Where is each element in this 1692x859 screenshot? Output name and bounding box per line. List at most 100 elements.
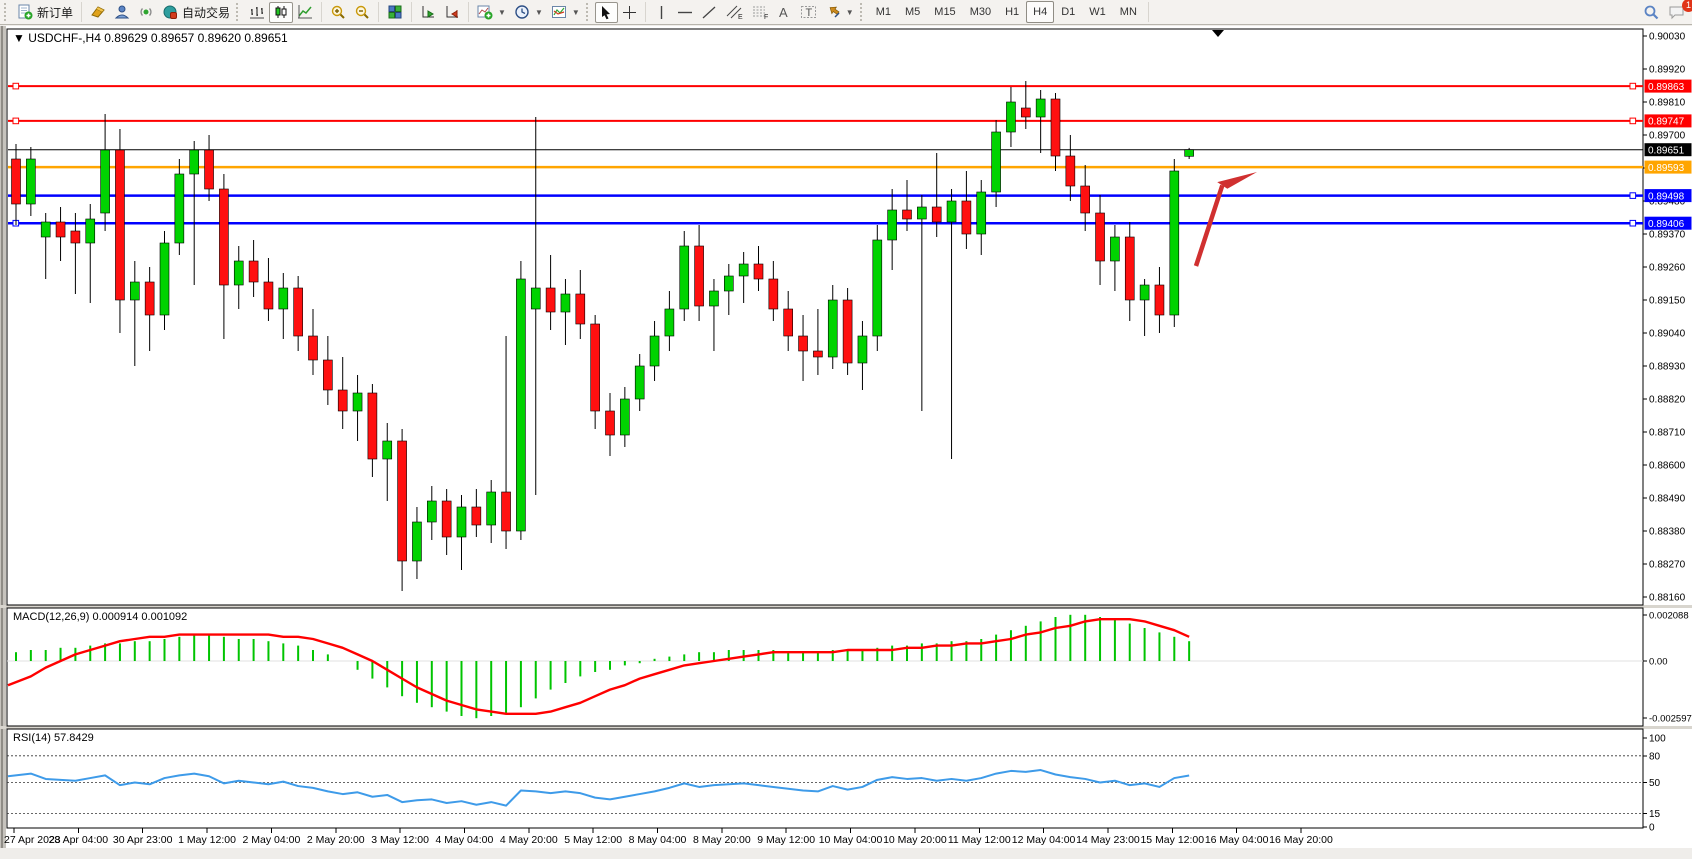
svg-text:0.89498: 0.89498	[1648, 191, 1685, 202]
metaeditor-button[interactable]	[110, 2, 134, 23]
text-button[interactable]: A	[773, 2, 796, 23]
templates-caret: ▼	[572, 8, 580, 17]
svg-text:T: T	[805, 7, 812, 19]
svg-text:10 May 20:00: 10 May 20:00	[883, 834, 947, 846]
timeframe-h1[interactable]: H1	[998, 1, 1026, 23]
tile-windows-icon	[387, 4, 403, 20]
svg-text:0.89920: 0.89920	[1649, 65, 1686, 76]
svg-text:10 May 04:00: 10 May 04:00	[819, 834, 883, 846]
toolbar-grip[interactable]	[586, 3, 591, 21]
trendline-icon	[701, 5, 717, 20]
notification-badge: 1	[1682, 0, 1692, 12]
timeframe-m15[interactable]: M15	[927, 1, 962, 23]
timeframe-m5[interactable]: M5	[898, 1, 927, 23]
profiles-button[interactable]	[86, 2, 110, 23]
toolbar-grip[interactable]	[236, 3, 241, 21]
svg-text:0.88270: 0.88270	[1649, 560, 1686, 571]
new-order-button[interactable]: 新订单	[13, 2, 77, 23]
indicators-caret: ▼	[498, 8, 506, 17]
autotrading-button[interactable]: 自动交易	[158, 2, 234, 23]
shift-chart-button[interactable]	[440, 2, 464, 23]
svg-text:9 May 12:00: 9 May 12:00	[757, 834, 815, 846]
timeframe-w1[interactable]: W1	[1082, 1, 1113, 23]
metaeditor-person-icon	[114, 4, 130, 20]
tile-windows-button[interactable]	[383, 2, 407, 23]
svg-text:-0.002597: -0.002597	[1649, 714, 1692, 725]
svg-text:A: A	[779, 5, 788, 20]
svg-text:0.88710: 0.88710	[1649, 428, 1686, 439]
arrows-button[interactable]: ▼	[821, 2, 858, 23]
svg-text:15 May 12:00: 15 May 12:00	[1140, 834, 1204, 846]
svg-text:16 May 20:00: 16 May 20:00	[1269, 834, 1333, 846]
timeframe-mn[interactable]: MN	[1113, 1, 1144, 23]
separator	[321, 2, 322, 22]
zoom-in-button[interactable]	[326, 2, 350, 23]
separator	[468, 2, 469, 22]
vertical-line-icon	[655, 5, 668, 20]
fibonacci-button[interactable]: F	[747, 2, 773, 23]
zoom-out-button[interactable]	[350, 2, 374, 23]
chart-window[interactable]: 0.900300.899200.898100.897000.895900.894…	[0, 26, 1692, 848]
toolbar: 新订单 自动交易	[0, 0, 1692, 25]
signals-button[interactable]	[134, 2, 158, 23]
svg-text:0.89150: 0.89150	[1649, 296, 1686, 307]
timeframe-h4[interactable]: H4	[1026, 1, 1054, 23]
toolbar-grip[interactable]	[4, 3, 9, 21]
new-order-icon	[17, 4, 33, 20]
indicators-button[interactable]: ▼	[473, 2, 510, 23]
svg-text:1 May 12:00: 1 May 12:00	[178, 834, 236, 846]
clock-icon	[514, 4, 530, 20]
line-chart-button[interactable]	[293, 2, 317, 23]
svg-text:5 May 12:00: 5 May 12:00	[564, 834, 622, 846]
crosshair-button[interactable]	[618, 2, 641, 23]
svg-text:3 May 12:00: 3 May 12:00	[371, 834, 429, 846]
svg-text:0: 0	[1649, 823, 1655, 834]
notifications-button[interactable]: 1	[1664, 2, 1690, 23]
svg-text:28 Apr 04:00: 28 Apr 04:00	[49, 834, 109, 846]
letter-T-icon: T	[800, 4, 817, 20]
mt4-window: { "toolbar": { "new_order_label": "新订单",…	[0, 0, 1692, 859]
arrows-caret: ▼	[846, 8, 854, 17]
svg-text:0.89651: 0.89651	[1648, 146, 1685, 157]
autoscroll-button[interactable]	[416, 2, 440, 23]
channel-button[interactable]: E	[721, 2, 747, 23]
svg-text:0.89260: 0.89260	[1649, 263, 1686, 274]
templates-button[interactable]: ▼	[547, 2, 584, 23]
macd-label: MACD(12,26,9) 0.000914 0.001092	[13, 611, 187, 623]
cursor-button[interactable]	[595, 2, 618, 23]
periods-caret: ▼	[535, 8, 543, 17]
search-button[interactable]	[1639, 2, 1664, 23]
periods-button[interactable]: ▼	[510, 2, 547, 23]
separator	[645, 2, 646, 22]
label-button[interactable]: T	[796, 2, 821, 23]
broadcast-dot-icon	[138, 4, 154, 20]
horizontal-line-button[interactable]	[673, 2, 697, 23]
letter-A-icon: A	[777, 5, 791, 20]
bar-chart-button[interactable]	[245, 2, 269, 23]
svg-text:E: E	[738, 14, 743, 20]
chart-canvas[interactable]: 0.900300.899200.898100.897000.895900.894…	[0, 26, 1692, 848]
toolbar-grip[interactable]	[860, 3, 865, 21]
macd-pane[interactable]: 0.0020880.00-0.002597MACD(12,26,9) 0.000…	[7, 608, 1692, 726]
main-pane[interactable]	[7, 29, 1643, 605]
template-chart-icon	[551, 4, 567, 20]
svg-text:14 May 23:00: 14 May 23:00	[1076, 834, 1140, 846]
candlestick-chart-button[interactable]	[269, 2, 293, 23]
timeframe-m30[interactable]: M30	[963, 1, 998, 23]
rsi-pane[interactable]: 1008050150RSI(14) 57.8429	[7, 729, 1666, 834]
svg-text:0.00: 0.00	[1649, 657, 1668, 668]
bar-chart-icon	[249, 4, 265, 20]
shift-chart-icon	[444, 4, 460, 20]
chart-title: ▼ USDCHF-,H4 0.89629 0.89657 0.89620 0.8…	[13, 31, 288, 45]
svg-text:80: 80	[1649, 751, 1661, 762]
svg-text:F: F	[764, 14, 768, 20]
arrow-objects-icon	[825, 4, 841, 20]
svg-text:15: 15	[1649, 809, 1661, 820]
svg-text:4 May 04:00: 4 May 04:00	[436, 834, 494, 846]
svg-text:0.89040: 0.89040	[1649, 329, 1686, 340]
vertical-line-button[interactable]	[650, 2, 673, 23]
timeframe-d1[interactable]: D1	[1054, 1, 1082, 23]
trendline-button[interactable]	[697, 2, 721, 23]
autotrading-icon	[162, 4, 178, 20]
timeframe-m1[interactable]: M1	[869, 1, 898, 23]
